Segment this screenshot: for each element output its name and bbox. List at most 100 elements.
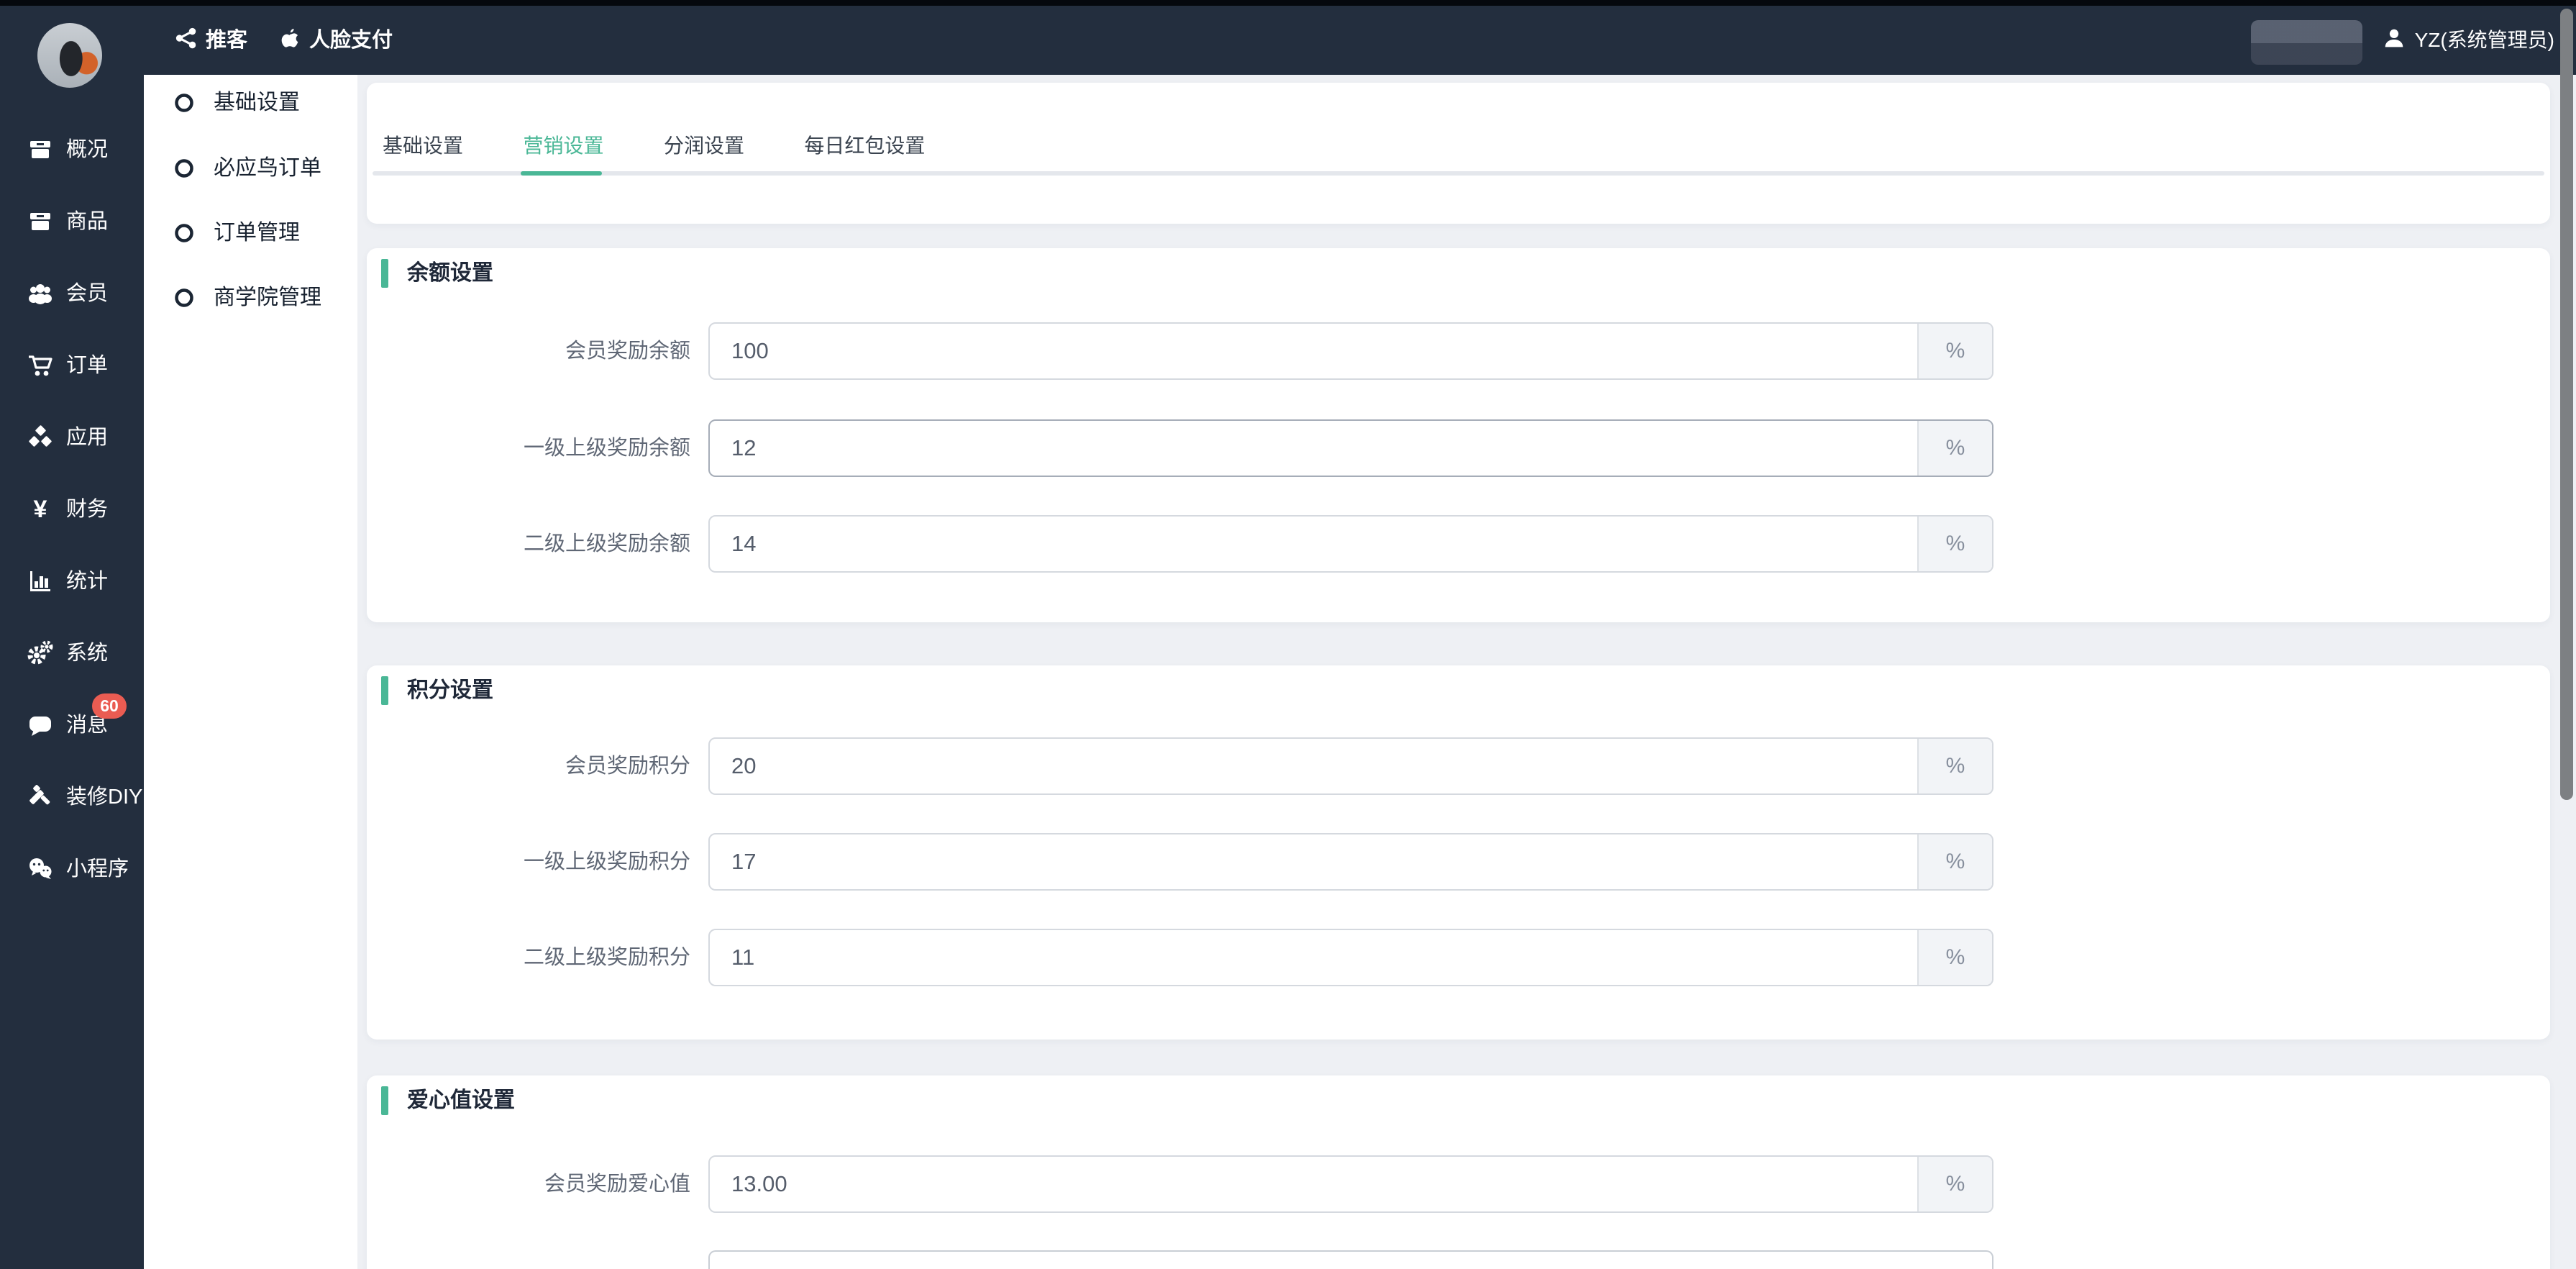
sidebar: 概况 商品 会员 订单 应用 ¥ 财务 — [0, 0, 144, 1269]
sidebar-item-miniprogram[interactable]: 小程序 — [0, 833, 144, 905]
field-label: 一级上级奖励积分 — [388, 833, 690, 891]
form-row: 会员奖励积分 % — [367, 737, 2550, 795]
redacted-region — [2251, 20, 2362, 65]
tabs-active-underline — [521, 171, 602, 176]
apple-icon — [278, 27, 302, 51]
miniprogram-wechat-icon — [27, 856, 53, 882]
field-label: 二级上级奖励余额 — [388, 515, 690, 573]
sidebar-item-finance[interactable]: ¥ 财务 — [0, 473, 144, 545]
messages-comment-icon — [27, 712, 53, 738]
form-row: 一级上级奖励余额 % — [367, 419, 2550, 477]
user-menu[interactable]: YZ(系统管理员) — [2382, 6, 2554, 75]
level2-parent-reward-balance-input[interactable]: % — [708, 515, 1993, 573]
user-label: YZ(系统管理员) — [2415, 29, 2554, 51]
messages-count-badge: 60 — [92, 693, 127, 719]
percent-suffix: % — [1917, 739, 1992, 793]
section-title: 爱心值设置 — [407, 1086, 515, 1115]
percent-suffix: % — [1917, 930, 1992, 985]
next-row-input-clipped[interactable] — [708, 1250, 1993, 1269]
tab-marketing-settings[interactable]: 营销设置 — [523, 124, 603, 168]
orders-cart-icon — [27, 352, 53, 378]
apps-cubes-icon — [27, 424, 53, 450]
user-icon — [2382, 27, 2406, 51]
share-icon — [174, 27, 198, 51]
field-label: 会员奖励积分 — [388, 737, 690, 795]
circle-bullet-icon — [174, 158, 194, 178]
circle-bullet-icon — [174, 93, 194, 113]
percent-suffix: % — [1917, 1157, 1992, 1211]
finance-yen-icon: ¥ — [27, 496, 53, 522]
sidebar-item-decorate-diy[interactable]: 装修DIY — [0, 761, 144, 833]
submenu-item-order-management[interactable]: 订单管理 — [144, 212, 357, 255]
field-label: 二级上级奖励积分 — [388, 929, 690, 986]
form-row: 会员奖励余额 % — [367, 322, 2550, 380]
goods-box-icon — [27, 209, 53, 235]
love-value-settings-card: 爱心值设置 会员奖励爱心值 % — [367, 1075, 2550, 1269]
form-row: 二级上级奖励积分 % — [367, 929, 2550, 986]
decorate-tool-icon — [27, 784, 53, 810]
percent-suffix: % — [1917, 834, 1992, 889]
text-input[interactable] — [710, 834, 1917, 889]
submenu-item-biyingniao-orders[interactable]: 必应鸟订单 — [144, 147, 357, 190]
sidebar-item-apps[interactable]: 应用 — [0, 401, 144, 473]
topbar: 推客 人脸支付 YZ(系统管理员) — [0, 6, 2576, 75]
section-marker — [381, 1086, 388, 1115]
percent-suffix: % — [1917, 421, 1992, 476]
field-label: 会员奖励爱心值 — [388, 1155, 690, 1213]
vertical-scrollbar-thumb[interactable] — [2560, 9, 2573, 800]
topnav-item-face-pay[interactable]: 人脸支付 — [278, 6, 393, 75]
level1-parent-reward-points-input[interactable]: % — [708, 833, 1993, 891]
text-input[interactable] — [710, 930, 1917, 985]
sidebar-item-system[interactable]: 系统 — [0, 617, 144, 689]
sidebar-item-goods[interactable]: 商品 — [0, 186, 144, 258]
submenu-item-basic-settings[interactable]: 基础设置 — [144, 81, 357, 124]
tab-daily-redpacket-settings[interactable]: 每日红包设置 — [804, 124, 925, 168]
submenu: 基础设置 必应鸟订单 订单管理 商学院管理 — [144, 75, 357, 1269]
section-title: 积分设置 — [407, 676, 493, 705]
form-row: 二级上级奖励余额 % — [367, 515, 2550, 573]
avatar[interactable] — [37, 23, 102, 88]
tabs-card: 基础设置 营销设置 分润设置 每日红包设置 — [367, 83, 2550, 224]
members-icon — [27, 281, 53, 306]
sidebar-item-orders[interactable]: 订单 — [0, 329, 144, 401]
member-reward-points-input[interactable]: % — [708, 737, 1993, 795]
percent-suffix: % — [1917, 517, 1992, 571]
percent-suffix: % — [1917, 324, 1992, 378]
text-input[interactable] — [710, 739, 1917, 793]
topnav-item-tuike[interactable]: 推客 — [174, 6, 247, 75]
level2-parent-reward-points-input[interactable]: % — [708, 929, 1993, 986]
field-label: 一级上级奖励余额 — [388, 419, 690, 477]
topnav-label: 人脸支付 — [309, 29, 393, 52]
circle-bullet-icon — [174, 288, 194, 308]
topnav-label: 推客 — [206, 29, 247, 52]
circle-bullet-icon — [174, 223, 194, 243]
overview-box-icon — [27, 137, 53, 163]
system-gears-icon — [27, 640, 53, 666]
member-reward-love-value-input[interactable]: % — [708, 1155, 1993, 1213]
tabs-underline-track — [373, 171, 2544, 176]
submenu-item-business-school[interactable]: 商学院管理 — [144, 276, 357, 319]
section-marker — [381, 676, 388, 705]
text-input[interactable] — [710, 421, 1917, 476]
section-marker — [381, 259, 388, 288]
form-row: 会员奖励爱心值 % — [367, 1155, 2550, 1213]
section-title: 余额设置 — [407, 259, 493, 288]
points-settings-card: 积分设置 会员奖励积分 % 一级上级奖励积分 % 二级上级奖励积分 % — [367, 665, 2550, 1040]
window-top-edge — [0, 0, 2576, 6]
level1-parent-reward-balance-input[interactable]: % — [708, 419, 1993, 477]
form-row: 一级上级奖励积分 % — [367, 833, 2550, 891]
tabs-row: 基础设置 营销设置 分润设置 每日红包设置 — [383, 124, 982, 168]
sidebar-item-overview[interactable]: 概况 — [0, 114, 144, 186]
tab-basic-settings[interactable]: 基础设置 — [383, 124, 463, 168]
text-input[interactable] — [710, 324, 1917, 378]
stats-chart-icon — [27, 568, 53, 594]
text-input[interactable] — [710, 517, 1917, 571]
field-label: 会员奖励余额 — [388, 322, 690, 380]
admin-console-screen: 推客 人脸支付 YZ(系统管理员) 概况 商品 — [0, 0, 2576, 1269]
member-reward-balance-input[interactable]: % — [708, 322, 1993, 380]
sidebar-item-stats[interactable]: 统计 — [0, 545, 144, 617]
text-input[interactable] — [710, 1157, 1917, 1211]
sidebar-item-messages[interactable]: 消息 60 — [0, 689, 144, 761]
tab-profit-settings[interactable]: 分润设置 — [664, 124, 744, 168]
sidebar-item-members[interactable]: 会员 — [0, 258, 144, 329]
